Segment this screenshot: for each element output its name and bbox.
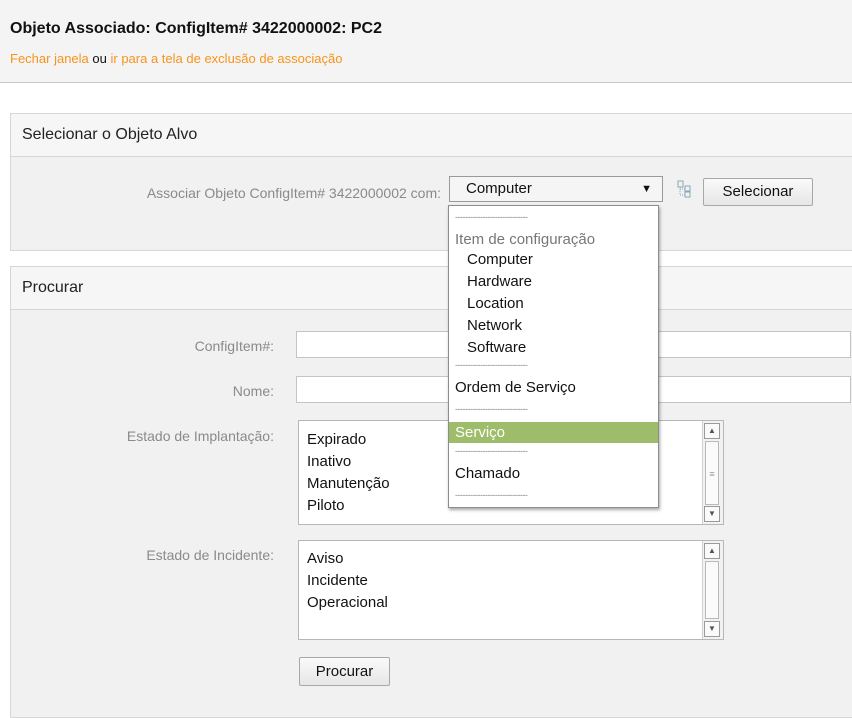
page-title: Objeto Associado: ConfigItem# 3422000002… xyxy=(10,20,382,37)
dropdown-option-software[interactable]: Software xyxy=(449,339,658,356)
target-object-dropdown[interactable]: ----------------------------- Item de co… xyxy=(448,205,659,508)
dropdown-group-label: Item de configuração xyxy=(455,231,596,248)
dropdown-separator: ----------------------------- xyxy=(455,361,528,370)
configitem-label: ConfigItem#: xyxy=(194,338,274,354)
search-panel: Procurar ConfigItem#: Nome: Estado de Im… xyxy=(10,266,852,718)
deploy-scrollbar[interactable]: ▲ ≡ ▼ xyxy=(702,421,723,524)
close-window-link[interactable]: Fechar janela xyxy=(10,51,89,66)
select-arrow-icon: ▼ xyxy=(641,183,652,195)
list-item[interactable]: Operacional xyxy=(299,592,723,614)
scroll-thumb[interactable]: ≡ xyxy=(705,441,719,505)
dropdown-option-ticket[interactable]: Chamado xyxy=(449,465,658,482)
deploy-state-label: Estado de Implantação: xyxy=(126,428,274,444)
tree-selection-icon[interactable] xyxy=(677,180,691,198)
header-links: Fechar janela ou ir para a tela de exclu… xyxy=(10,51,342,66)
target-object-panel: Selecionar o Objeto Alvo Associar Objeto… xyxy=(10,113,852,251)
name-label: Nome: xyxy=(232,383,274,399)
scroll-down-icon[interactable]: ▼ xyxy=(704,506,720,522)
incident-state-listbox[interactable]: Aviso Incidente Operacional ▲ ▼ xyxy=(298,540,724,640)
dropdown-option-hardware[interactable]: Hardware xyxy=(449,273,658,290)
target-object-select-value: Computer xyxy=(466,180,532,197)
incident-state-label: Estado de Incidente: xyxy=(146,547,274,563)
delete-link-screen-link[interactable]: ir para a tela de exclusão de associação xyxy=(111,51,343,66)
search-button[interactable]: Procurar xyxy=(299,657,390,686)
dropdown-option-location[interactable]: Location xyxy=(449,295,658,312)
dropdown-option-order[interactable]: Ordem de Serviço xyxy=(449,379,658,396)
dropdown-separator: ----------------------------- xyxy=(455,405,528,414)
scroll-up-icon[interactable]: ▲ xyxy=(704,423,720,439)
list-item[interactable]: Aviso xyxy=(299,548,723,570)
target-object-select[interactable]: Computer ▼ xyxy=(449,176,663,202)
scroll-down-icon[interactable]: ▼ xyxy=(704,621,720,637)
dropdown-separator: ----------------------------- xyxy=(455,491,528,500)
conjunction-text: ou xyxy=(92,51,107,66)
list-item[interactable]: Incidente xyxy=(299,570,723,592)
select-button[interactable]: Selecionar xyxy=(703,178,813,206)
search-panel-title: Procurar xyxy=(11,267,852,310)
associate-label: Associar Objeto ConfigItem# 3422000002 c… xyxy=(146,185,441,201)
target-panel-title: Selecionar o Objeto Alvo xyxy=(11,114,852,157)
dropdown-separator: ----------------------------- xyxy=(455,447,528,456)
dropdown-separator: ----------------------------- xyxy=(455,213,528,222)
incident-scrollbar[interactable]: ▲ ▼ xyxy=(702,541,723,639)
page-header: Objeto Associado: ConfigItem# 3422000002… xyxy=(0,0,852,83)
dropdown-option-computer[interactable]: Computer xyxy=(449,251,658,268)
dropdown-option-service[interactable]: Serviço xyxy=(449,422,658,443)
dropdown-option-network[interactable]: Network xyxy=(449,317,658,334)
scroll-up-icon[interactable]: ▲ xyxy=(704,543,720,559)
scroll-thumb[interactable] xyxy=(705,561,719,619)
